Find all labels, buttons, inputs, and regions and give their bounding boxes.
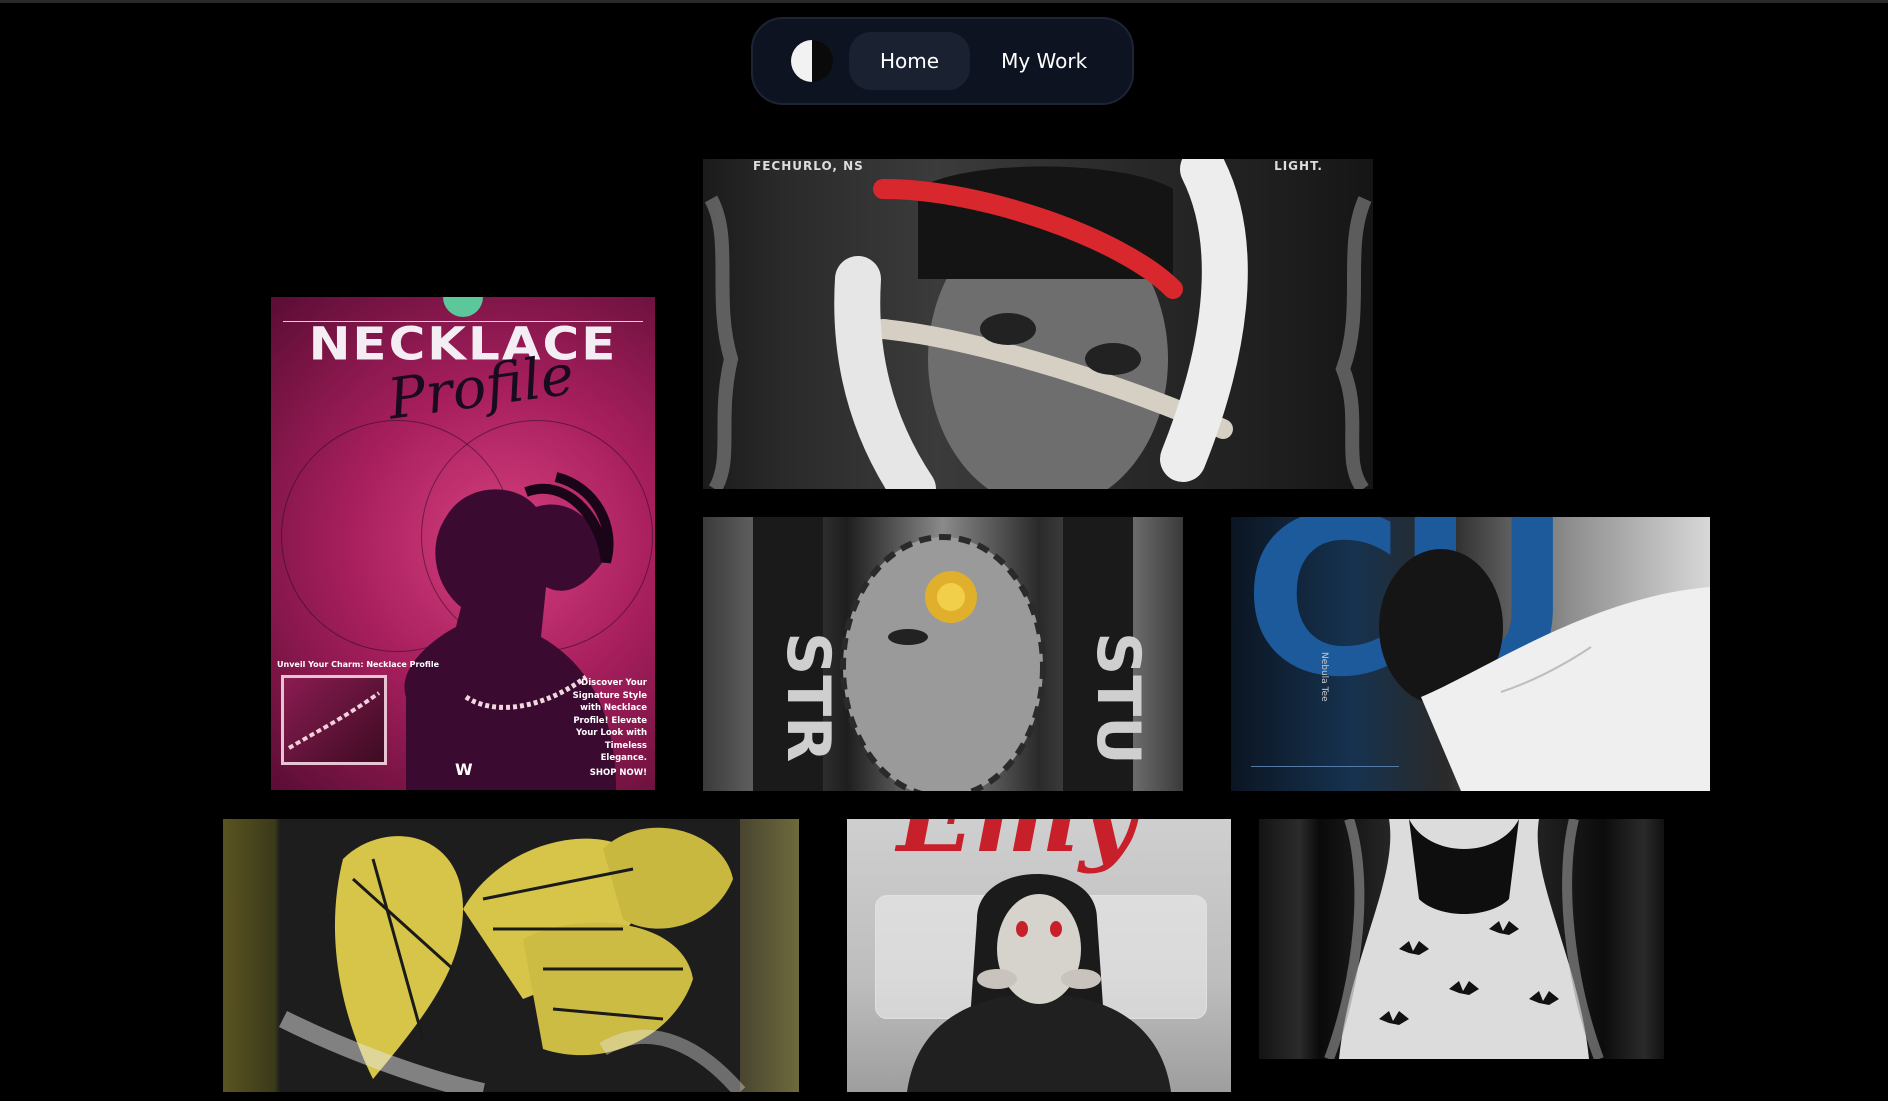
necklace-detail-art — [287, 691, 381, 750]
gallery-item-hooded-butterflies[interactable] — [1259, 819, 1664, 1059]
bluetype-figure-art — [1379, 549, 1710, 791]
blurb-line: Your Look with — [575, 728, 647, 738]
gallery-item-sheep-mask[interactable]: Emy — [847, 819, 1231, 1092]
sheep-figure-art — [907, 874, 1171, 1092]
rope-corner-left-text: FECHURLO, NS — [753, 159, 864, 173]
gallery-item-blue-type-portrait[interactable]: CU Nebula Tee — [1231, 517, 1710, 791]
rope-corner-right-text: LIGHT. — [1274, 159, 1323, 173]
nav-home-button[interactable]: Home — [849, 32, 971, 90]
gallery-item-yellow-butterflies[interactable] — [223, 819, 799, 1092]
gallery-item-necklace-poster[interactable]: NECKLACE Profile Unveil Your Charm: Neck… — [271, 297, 655, 790]
poster-tag-badge — [443, 297, 483, 317]
blurb-line: with Necklace — [580, 703, 647, 713]
theme-toggle-icon[interactable] — [791, 40, 833, 82]
hooded-figure-art — [1324, 819, 1604, 1059]
poster-blurb: Discover Your Signature Style with Neckl… — [567, 677, 647, 779]
statue-art: STR STU — [753, 517, 1153, 791]
svg-text:STU: STU — [1083, 632, 1153, 765]
rope-portrait-art — [704, 159, 1372, 489]
gallery-item-statue-flower[interactable]: STR STU — [703, 517, 1183, 791]
poster-shop-now: SHOP NOW! — [589, 767, 647, 778]
poster-caption: Unveil Your Charm: Necklace Profile — [277, 660, 439, 669]
poster-thumbnail — [281, 675, 387, 765]
svg-text:STR: STR — [773, 632, 843, 762]
blurb-line: Timeless — [604, 740, 647, 751]
top-nav-pill: Home My Work — [751, 17, 1134, 105]
blurb-line: Profile! Elevate — [573, 715, 647, 726]
nav-my-work-button[interactable]: My Work — [970, 32, 1118, 90]
blurb-line: Elegance. — [600, 753, 647, 763]
gallery-item-rope-portrait[interactable]: FECHURLO, NS LIGHT. — [703, 159, 1373, 489]
browser-top-border — [0, 0, 1888, 3]
butterfly-art — [278, 819, 746, 1092]
blurb-line: Signature Style — [572, 690, 647, 701]
blurb-line: Discover Your — [581, 678, 647, 688]
poster-logo: W — [455, 760, 473, 779]
